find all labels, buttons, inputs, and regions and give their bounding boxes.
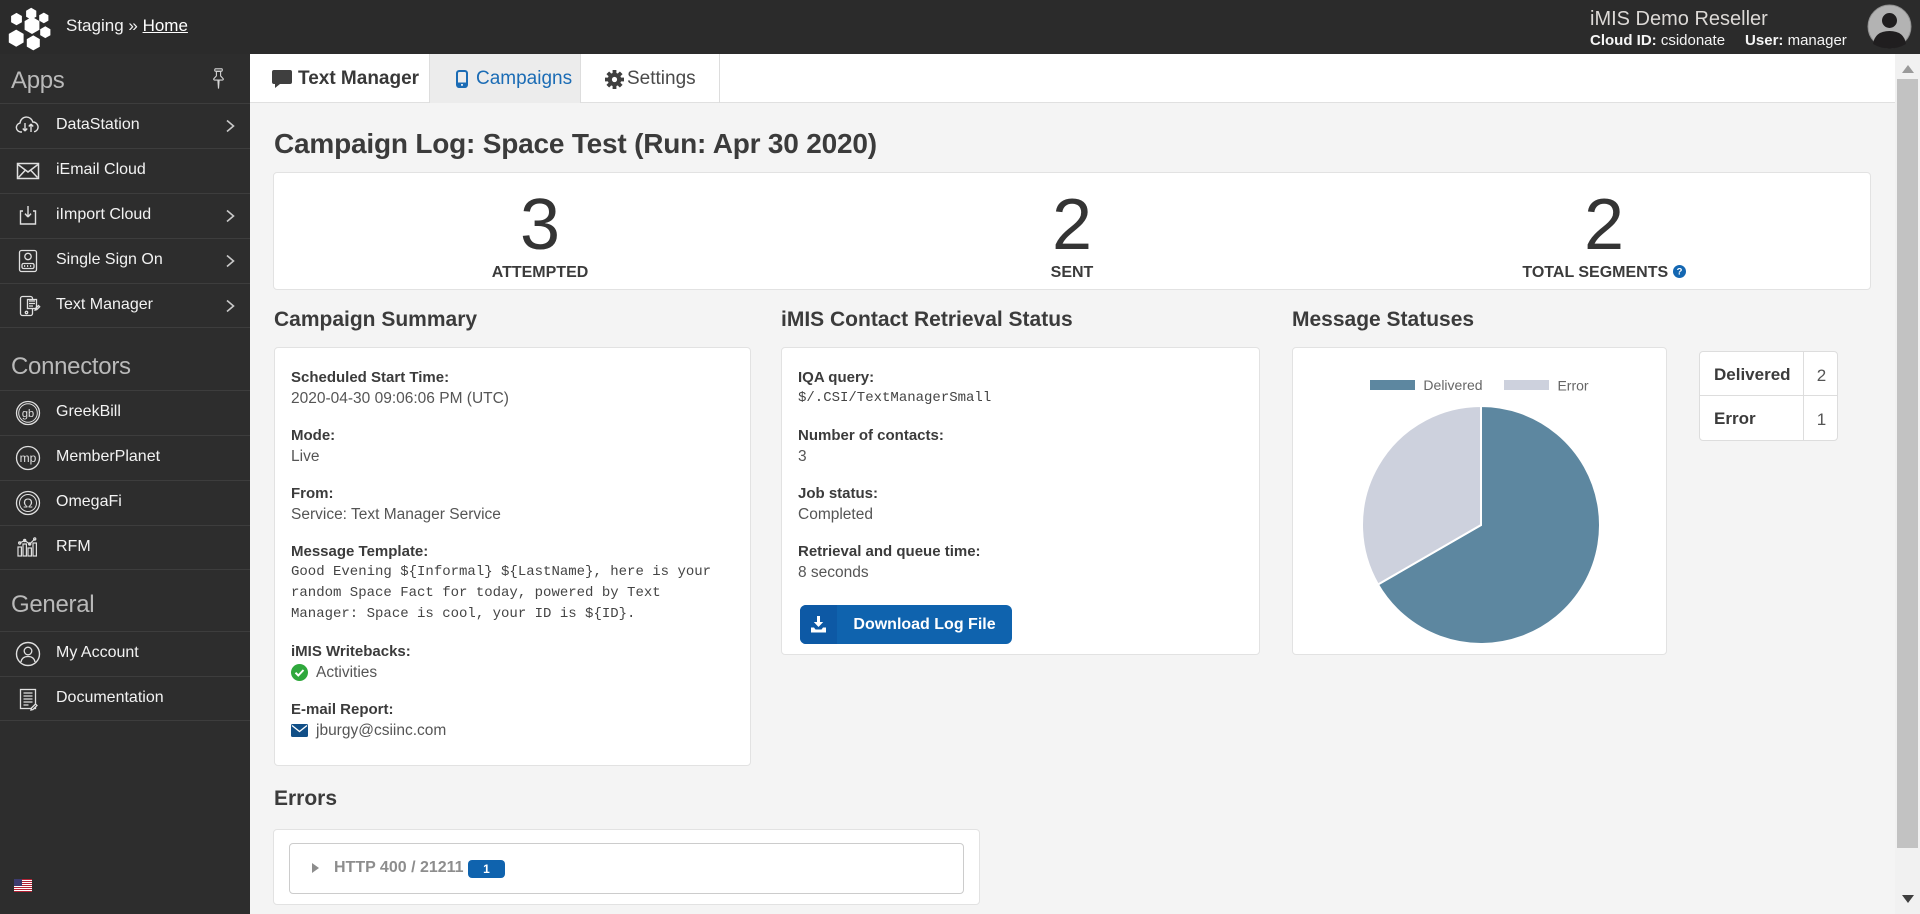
svg-text:Ω: Ω [23, 496, 33, 511]
svg-text:?: ? [1676, 267, 1682, 278]
svg-text:gb: gb [22, 408, 34, 420]
svg-text:mp: mp [20, 451, 37, 465]
